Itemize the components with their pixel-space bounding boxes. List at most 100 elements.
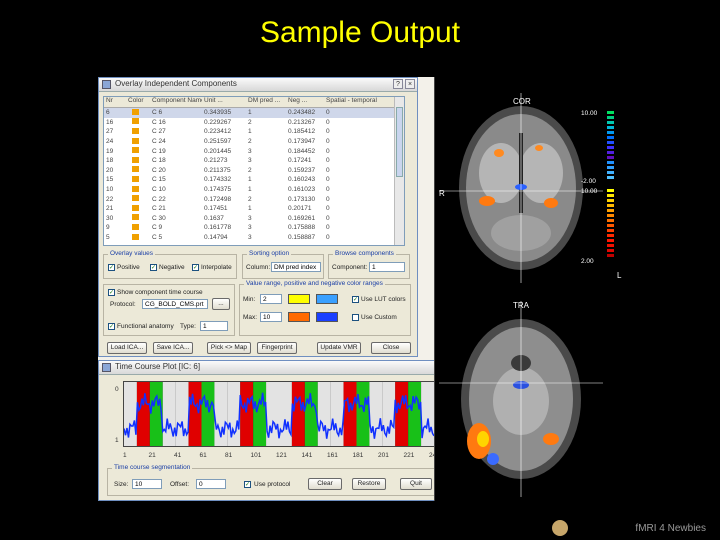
table-cell: C 30 xyxy=(152,214,166,222)
table-cell: 0.201445 xyxy=(204,147,232,155)
color-swatch[interactable] xyxy=(132,233,139,240)
min-field[interactable]: 2 xyxy=(260,294,282,304)
component-color-swatch xyxy=(126,214,150,222)
color-swatch[interactable] xyxy=(132,185,139,192)
close-button[interactable]: Close xyxy=(371,342,411,354)
color-swatch[interactable] xyxy=(132,195,139,202)
table-cell: 0 xyxy=(326,138,330,146)
col-header[interactable]: Spatial - temporal xyxy=(324,97,384,107)
pos-min-color[interactable] xyxy=(288,294,310,304)
color-swatch[interactable] xyxy=(132,214,139,221)
use-custom-checkbox[interactable] xyxy=(352,314,359,321)
table-row[interactable]: 30 C 30 0.1637 3 0.169261 0 xyxy=(104,214,404,224)
component-color-swatch xyxy=(126,147,150,155)
table-cell: 0.20171 xyxy=(288,205,312,213)
col-header[interactable]: Neg ... xyxy=(286,97,324,107)
functional-anatomy-checkbox[interactable]: ✓ xyxy=(108,323,115,330)
update-vmr-button[interactable]: Update VMR xyxy=(317,342,361,354)
table-row[interactable]: 10 C 10 0.174375 1 0.161023 0 xyxy=(104,185,404,195)
condition-block xyxy=(136,382,150,446)
table-cell: 0.173130 xyxy=(288,195,316,203)
show-timecourse-checkbox[interactable]: ✓ xyxy=(108,289,115,296)
component-color-swatch xyxy=(126,156,150,165)
table-scrollbar[interactable] xyxy=(394,97,404,245)
table-cell: 3 xyxy=(248,224,252,232)
color-swatch[interactable] xyxy=(132,204,139,211)
use-protocol-checkbox[interactable]: ✓ xyxy=(244,481,251,488)
table-cell: 1 xyxy=(248,205,252,213)
browse-protocol-button[interactable]: ... xyxy=(212,298,230,310)
table-cell: 27 xyxy=(106,128,114,136)
quit-button[interactable]: Quit xyxy=(400,478,432,490)
table-row[interactable]: 24 C 24 0.251597 2 0.173947 0 xyxy=(104,137,404,147)
timecourse-titlebar[interactable]: Time Course Plot [IC: 6] × xyxy=(99,361,447,375)
color-swatch[interactable] xyxy=(132,127,139,134)
components-table[interactable]: Nr Color Component Name Unit ... DM pred… xyxy=(103,96,405,246)
col-header[interactable]: Unit ... xyxy=(202,97,246,107)
brain-viewer[interactable]: COR TRA R L 10.00 -2.00 10.00 2.00 xyxy=(434,77,633,501)
table-row[interactable]: 27 C 27 0.223412 1 0.185412 0 xyxy=(104,127,404,137)
color-swatch[interactable] xyxy=(132,223,139,230)
close-icon[interactable]: × xyxy=(405,79,415,89)
transverse-slice[interactable] xyxy=(439,301,603,497)
max-field[interactable]: 10 xyxy=(260,312,282,322)
table-cell: 3 xyxy=(248,214,252,222)
protocol-field[interactable]: CG_BOLD_CMS.prt xyxy=(142,299,208,309)
load-ica-button[interactable]: Load ICA... xyxy=(107,342,147,354)
negative-checkbox[interactable]: ✓ xyxy=(150,264,157,271)
table-row[interactable]: 22 C 22 0.172498 2 0.173130 0 xyxy=(104,194,404,204)
pick-map-button[interactable]: Pick <> Map xyxy=(207,342,251,354)
interpolate-checkbox[interactable]: ✓ xyxy=(192,264,199,271)
table-cell: 0 xyxy=(326,234,330,242)
table-row[interactable]: 9 C 9 0.161778 3 0.175888 0 xyxy=(104,223,404,233)
table-row[interactable]: 15 C 15 0.174332 1 0.160243 0 xyxy=(104,175,404,185)
table-cell: 0.17451 xyxy=(204,205,228,213)
table-row[interactable]: 18 C 18 0.21273 3 0.17241 0 xyxy=(104,156,404,166)
table-body: 6 C 6 0.343935 1 0.243482 0 16 C 16 0.229267 2 0.2… xyxy=(104,108,404,242)
fingerprint-button[interactable]: Fingerprint xyxy=(257,342,297,354)
overlay-titlebar[interactable]: Overlay Independent Components ? × xyxy=(99,78,417,92)
save-ica-button[interactable]: Save ICA... xyxy=(153,342,193,354)
col-header[interactable]: Nr xyxy=(104,97,126,107)
help-icon[interactable]: ? xyxy=(393,79,403,89)
coronal-slice[interactable] xyxy=(439,93,603,283)
col-header[interactable]: DM pred ... xyxy=(246,97,286,107)
positive-checkbox[interactable]: ✓ xyxy=(108,264,115,271)
neg-min-color[interactable] xyxy=(316,294,338,304)
table-row[interactable]: 16 C 16 0.229267 2 0.213267 0 xyxy=(104,118,404,128)
color-swatch[interactable] xyxy=(132,108,139,115)
table-cell: C 9 xyxy=(152,224,163,232)
table-row[interactable]: 5 C 5 0.14794 3 0.158887 0 xyxy=(104,233,404,243)
table-cell: 0 xyxy=(326,118,330,126)
type-field[interactable]: 1 xyxy=(200,321,228,331)
col-header[interactable]: Color xyxy=(126,97,150,107)
table-row[interactable]: 6 C 6 0.343935 1 0.243482 0 xyxy=(104,108,404,118)
table-cell: 22 xyxy=(106,195,114,203)
color-swatch[interactable] xyxy=(132,166,139,173)
table-cell: 1 xyxy=(248,186,252,194)
size-field[interactable]: 10 xyxy=(132,479,162,489)
color-swatch[interactable] xyxy=(132,118,139,125)
neg-max-color[interactable] xyxy=(316,312,338,322)
table-cell: 1 xyxy=(248,128,252,136)
col-header[interactable]: Component Name xyxy=(150,97,202,107)
column-select[interactable]: DM pred index xyxy=(271,262,321,272)
use-lut-checkbox[interactable]: ✓ xyxy=(352,296,359,303)
component-color-swatch xyxy=(126,233,150,242)
restore-button[interactable]: Restore xyxy=(352,478,386,490)
pos-max-color[interactable] xyxy=(288,312,310,322)
table-cell: C 6 xyxy=(152,109,163,117)
table-row[interactable]: 19 C 19 0.201445 3 0.184452 0 xyxy=(104,146,404,156)
color-swatch[interactable] xyxy=(132,175,139,182)
browse-group: Browse components Component: 1 xyxy=(328,250,410,279)
clear-button[interactable]: Clear xyxy=(308,478,342,490)
component-spinner[interactable]: 1 xyxy=(369,262,405,272)
table-cell: 2 xyxy=(248,118,252,126)
offset-field[interactable]: 0 xyxy=(196,479,226,489)
table-row[interactable]: 20 C 20 0.211375 2 0.159237 0 xyxy=(104,166,404,176)
table-cell: C 19 xyxy=(152,147,166,155)
color-swatch[interactable] xyxy=(132,147,139,154)
table-row[interactable]: 21 C 21 0.17451 1 0.20171 0 xyxy=(104,204,404,214)
color-swatch[interactable] xyxy=(132,137,139,144)
color-swatch[interactable] xyxy=(132,156,139,163)
